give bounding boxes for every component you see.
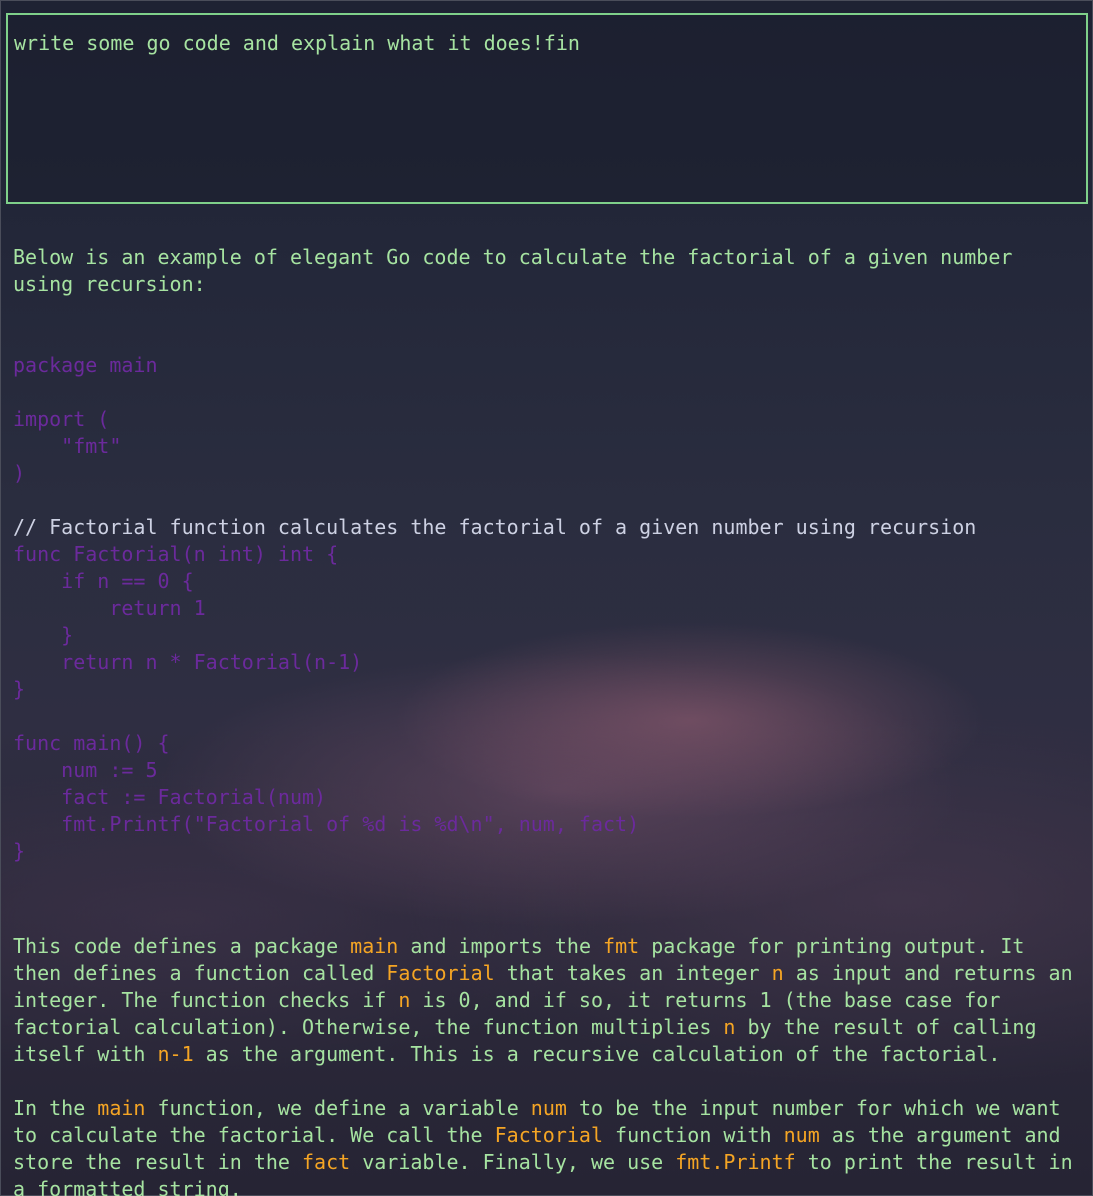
code-line: fmt.Printf("Factorial of %d is %d\n", nu… — [13, 812, 640, 836]
code-line: if n == 0 { — [13, 569, 194, 593]
text-run: variable. Finally, we use — [350, 1150, 676, 1174]
code-line: import ( — [13, 407, 110, 431]
code-line: return 1 — [13, 596, 206, 620]
inline-code: n — [723, 1015, 736, 1039]
code-line: num := 5 — [13, 758, 158, 782]
prompt-input[interactable]: write some go code and explain what it d… — [6, 13, 1088, 204]
text-run: function with — [603, 1123, 784, 1147]
prompt-text[interactable]: write some go code and explain what it d… — [14, 30, 580, 57]
response-area: Below is an example of elegant Go code t… — [13, 244, 1083, 1196]
text-run: and imports the — [398, 934, 604, 958]
code-line: } — [13, 677, 26, 701]
code-line: func main() { — [13, 731, 170, 755]
inline-code: main — [350, 934, 399, 958]
inline-code: num — [783, 1123, 820, 1147]
inline-code: main — [97, 1096, 146, 1120]
inline-code: num — [530, 1096, 567, 1120]
inline-code: Factorial — [386, 961, 495, 985]
text-run: that takes an integer — [494, 961, 772, 985]
explanation-paragraph-2: In the main function, we define a variab… — [13, 1095, 1083, 1196]
inline-code: n — [771, 961, 784, 985]
response-intro: Below is an example of elegant Go code t… — [13, 245, 1025, 296]
code-line: ) — [13, 461, 26, 485]
code-block: package main import ( "fmt") // Factorial … — [13, 352, 1083, 865]
code-line: } — [13, 623, 74, 647]
text-run: function, we define a variable — [145, 1096, 531, 1120]
explanation-paragraph-1: This code defines a package main and imp… — [13, 933, 1083, 1068]
text-run: as the argument. This is a recursive cal… — [193, 1042, 1001, 1066]
inline-code: fmt.Printf — [675, 1150, 796, 1174]
code-line: // Factorial function calculates the fac… — [13, 515, 977, 539]
inline-code: fact — [301, 1150, 351, 1174]
code-line: return n * Factorial(n-1) — [13, 650, 363, 674]
code-line: fact := Factorial(num) — [13, 785, 327, 809]
code-line: func Factorial(n int) int { — [13, 542, 339, 566]
inline-code: Factorial — [494, 1123, 604, 1147]
inline-code: fmt — [603, 934, 640, 958]
code-line: package main — [13, 353, 158, 377]
text-run: This code defines a package — [13, 934, 351, 958]
inline-code: n-1 — [157, 1042, 194, 1066]
code-line: } — [13, 839, 26, 863]
code-line: "fmt" — [13, 434, 122, 458]
inline-code: n — [398, 988, 411, 1012]
text-run: In the — [13, 1096, 98, 1120]
